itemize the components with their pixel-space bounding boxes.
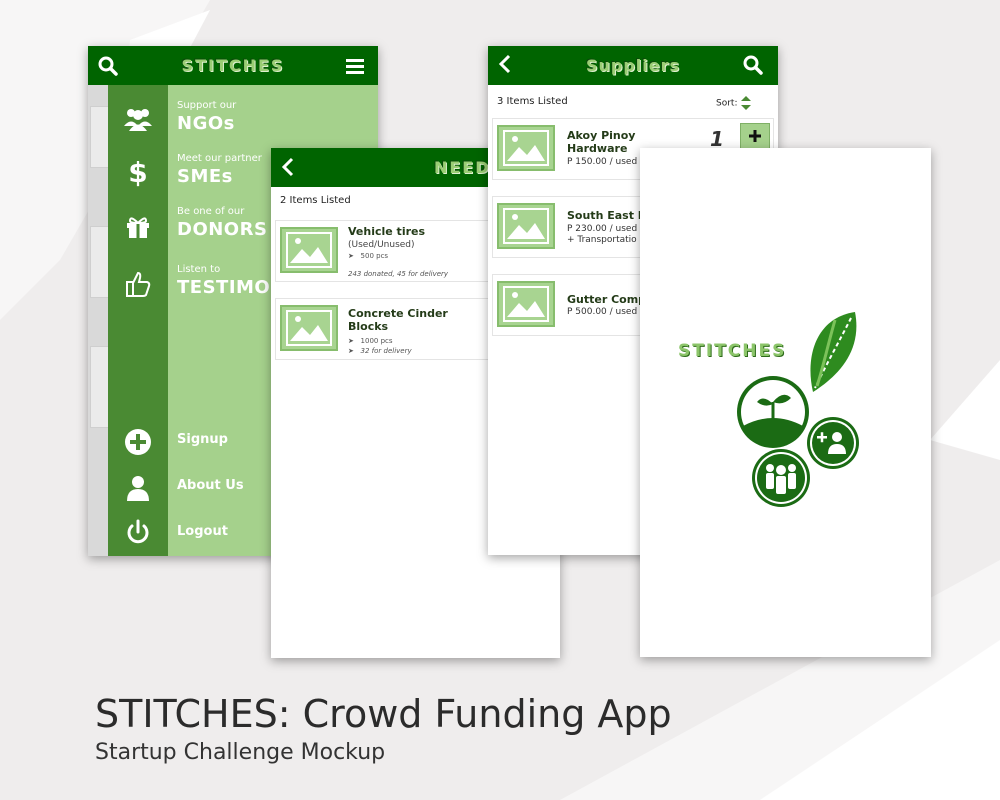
sort-arrows-icon bbox=[741, 96, 752, 110]
menu-item-ngos[interactable]: Support our NGOs bbox=[168, 98, 378, 148]
item-title: Gutter Comp bbox=[567, 293, 647, 306]
item-title: Vehicle tires bbox=[348, 225, 426, 238]
item-title-line: Concrete Cinder bbox=[348, 307, 448, 320]
app-brand: STITCHES bbox=[181, 56, 285, 75]
menu-item-label: TESTIMON bbox=[177, 277, 286, 298]
menu-item-caption: Support our bbox=[177, 100, 237, 111]
item-title: Concrete Cinder Blocks bbox=[348, 307, 448, 333]
add-user-circle-icon bbox=[807, 417, 859, 469]
menu-item-caption: Be one of our bbox=[177, 206, 245, 217]
splash-brand: STITCHES bbox=[678, 341, 787, 361]
image-placeholder-icon bbox=[280, 227, 338, 273]
image-placeholder-icon bbox=[497, 203, 555, 249]
list-item[interactable]: Vehicle tires (Used/Unused) ➤ 500 pcs 24… bbox=[275, 220, 497, 282]
splash-screen: STITCHES bbox=[640, 148, 931, 657]
item-title: South East Er bbox=[567, 209, 651, 222]
image-placeholder-icon bbox=[497, 281, 555, 327]
sort-label: Sort: bbox=[716, 98, 738, 109]
item-note: 243 donated, 45 for delivery bbox=[348, 270, 449, 278]
menu-item-label: DONORS bbox=[177, 219, 268, 240]
menu-item-label: SMEs bbox=[177, 166, 233, 187]
people-group-icon[interactable] bbox=[108, 106, 168, 132]
list-item[interactable]: Concrete Cinder Blocks ➤ 1000 pcs ➤ 32 fo… bbox=[275, 298, 497, 360]
suppliers-topbar: Suppliers bbox=[488, 46, 778, 85]
menu-item-caption: Meet our partner bbox=[177, 153, 262, 164]
menu-item-label: NGOs bbox=[177, 113, 235, 134]
item-title-line: Akoy Pinoy bbox=[567, 129, 636, 142]
image-placeholder-icon bbox=[497, 125, 555, 171]
screen-title: Suppliers bbox=[585, 56, 681, 75]
item-extra-cost: + Transportatio bbox=[567, 235, 637, 245]
caption-title: STITCHES: Crowd Funding App bbox=[95, 692, 672, 736]
power-icon[interactable] bbox=[108, 519, 168, 545]
menu-item-caption: Listen to bbox=[177, 264, 221, 275]
item-quantity-value: 500 pcs bbox=[360, 252, 389, 260]
sort-control[interactable]: Sort: bbox=[716, 96, 752, 110]
item-title-line: Hardware bbox=[567, 142, 628, 155]
item-price: P 500.00 / used bbox=[567, 307, 638, 317]
add-item-button[interactable] bbox=[740, 123, 770, 149]
item-note-text: 32 for delivery bbox=[360, 347, 412, 355]
item-title-line: Blocks bbox=[348, 320, 389, 333]
search-icon[interactable] bbox=[741, 53, 765, 77]
item-title: Akoy Pinoy Hardware bbox=[567, 129, 635, 155]
user-icon[interactable] bbox=[108, 474, 168, 502]
leaf-logo-icon bbox=[810, 312, 857, 392]
dollar-icon[interactable]: $ bbox=[108, 158, 168, 188]
image-placeholder-icon bbox=[280, 305, 338, 351]
back-chevron-icon[interactable] bbox=[277, 155, 299, 179]
item-note: ➤ 32 for delivery bbox=[348, 347, 412, 355]
item-quantity: ➤ 1000 pcs bbox=[348, 337, 393, 345]
item-subtitle: (Used/Unused) bbox=[348, 240, 415, 250]
item-price: P 230.00 / used bbox=[567, 224, 638, 234]
item-quantity: ➤ 500 pcs bbox=[348, 252, 389, 260]
plus-icon bbox=[749, 130, 761, 142]
plus-circle-icon[interactable] bbox=[108, 428, 168, 456]
hamburger-menu-icon[interactable] bbox=[343, 54, 367, 78]
menu-topbar: STITCHES bbox=[88, 46, 378, 85]
item-quantity-value: 1000 pcs bbox=[360, 337, 393, 345]
group-circle-icon bbox=[752, 449, 810, 507]
gift-icon[interactable] bbox=[108, 214, 168, 240]
sprout-circle-icon bbox=[737, 376, 809, 448]
thumbs-up-icon[interactable] bbox=[108, 270, 168, 298]
caption-subtitle: Startup Challenge Mockup bbox=[95, 740, 386, 765]
item-price: P 150.00 / used bbox=[567, 157, 638, 167]
